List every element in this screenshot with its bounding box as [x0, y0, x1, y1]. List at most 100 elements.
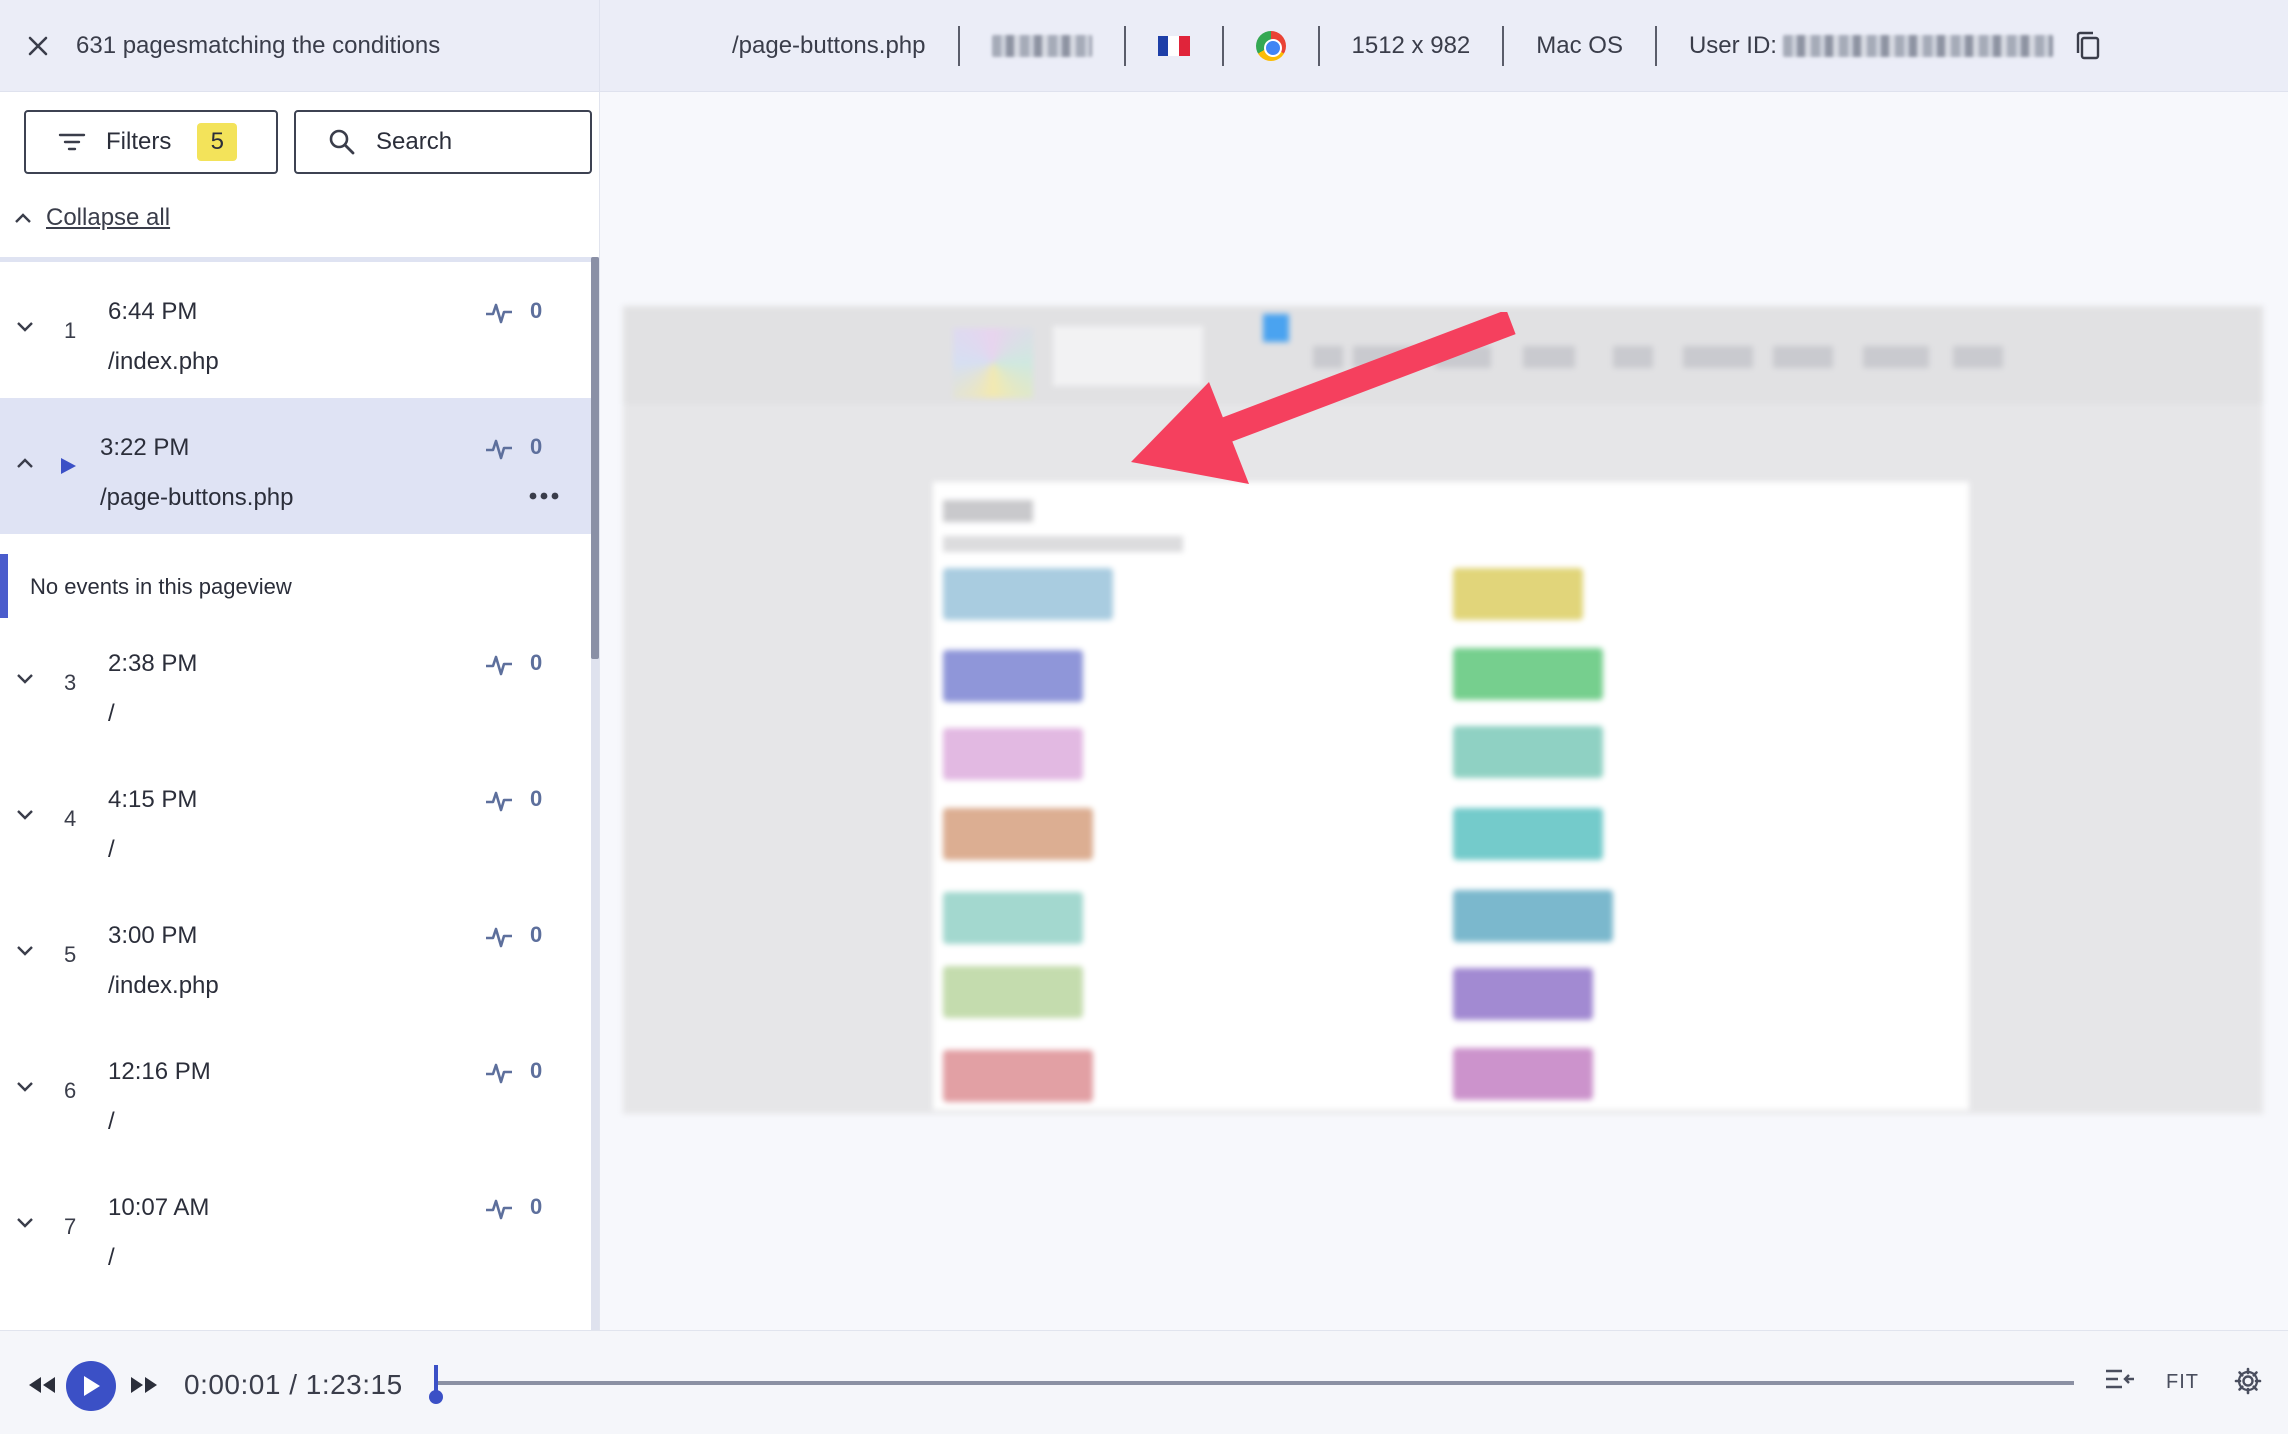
events-count: 0	[530, 922, 543, 947]
more-options-icon[interactable]	[528, 490, 560, 502]
country-flag-icon	[1126, 28, 1222, 64]
no-events-text: No events in this pageview	[30, 574, 292, 599]
events-count: 0	[530, 786, 543, 811]
events-count: 0	[530, 298, 543, 323]
replay-content-panel	[933, 482, 1969, 1110]
pageview-time: 6:44 PM	[108, 298, 198, 325]
events-count: 0	[530, 1058, 543, 1083]
timeline-scrubber[interactable]	[428, 1365, 444, 1405]
gear-icon	[2234, 1367, 2262, 1395]
replay-page-header	[623, 306, 2263, 404]
session-meta: /page-buttons.php 1512 x 982 Mac OS User…	[700, 0, 2133, 92]
sidebar-scrollbar[interactable]	[591, 257, 599, 1330]
fast-forward-icon	[131, 1377, 157, 1393]
settings-button[interactable]	[2234, 1367, 2262, 1401]
pageview-item[interactable]: 6 12:16 PM / 0	[0, 1022, 591, 1158]
playback-timecode: 0:00:01 / 1:23:15	[184, 1369, 403, 1400]
session-summary: 631 pagesmatching the conditions	[0, 0, 600, 92]
chevron-up-icon	[15, 213, 31, 223]
search-icon	[329, 129, 355, 155]
sidebar-tools: Filters 5 Search	[24, 110, 592, 174]
replay-player-bar: 0:00:01 / 1:23:15 FIT	[0, 1330, 2288, 1434]
pageview-time: 4:15 PM	[108, 786, 198, 813]
search-button[interactable]: Search	[294, 110, 592, 174]
pageview-path: /	[108, 836, 115, 863]
blurred-page-replay	[623, 306, 2263, 1114]
rewind-icon	[29, 1377, 55, 1393]
events-count: 0	[530, 1194, 543, 1219]
location-blurred	[960, 28, 1124, 64]
search-label: Search	[376, 128, 453, 155]
activity-pulse-icon	[486, 1199, 512, 1220]
filters-label: Filters	[106, 128, 172, 155]
pageview-path: /index.php	[108, 972, 219, 999]
pageview-time: 3:00 PM	[108, 922, 198, 949]
pageview-item[interactable]: 4 4:15 PM / 0	[0, 750, 591, 886]
activity-pulse-icon	[486, 927, 512, 948]
close-icon[interactable]	[0, 0, 76, 92]
collapse-all-label: Collapse all	[46, 204, 171, 231]
pageview-path: /	[108, 1244, 115, 1271]
filter-icon	[58, 133, 86, 151]
timeline-track[interactable]	[436, 1381, 2074, 1385]
filters-button[interactable]: Filters 5	[24, 110, 278, 174]
pageview-time: 3:22 PM	[100, 434, 190, 461]
list-arrow-icon	[2106, 1369, 2134, 1389]
pageview-path: /	[108, 1108, 115, 1135]
pageview-item-active[interactable]: 3:22 PM /page-buttons.php 0	[0, 398, 591, 534]
pageview-time: 10:07 AM	[108, 1194, 210, 1221]
pageview-number: 4	[64, 806, 77, 831]
user-id: User ID:	[1657, 28, 2133, 64]
pageview-path: /	[108, 700, 115, 727]
chevron-down-icon[interactable]	[14, 1080, 36, 1094]
pageview-number: 7	[64, 1214, 77, 1239]
scrollbar-thumb[interactable]	[591, 257, 599, 659]
fit-button[interactable]: FIT	[2166, 1371, 2199, 1394]
events-count: 0	[530, 650, 543, 675]
activity-pulse-icon	[486, 439, 512, 460]
activity-pulse-icon	[486, 791, 512, 812]
chrome-browser-icon	[1224, 28, 1318, 64]
chevron-down-icon[interactable]	[14, 808, 36, 822]
top-bar: 631 pagesmatching the conditions /page-b…	[0, 0, 2288, 92]
copy-icon[interactable]	[2075, 31, 2101, 61]
pageview-path: /page-buttons.php	[100, 484, 294, 511]
pageview-number: 5	[64, 942, 77, 967]
rewind-button[interactable]	[22, 1365, 62, 1405]
page-url: /page-buttons.php	[732, 32, 926, 59]
pageview-item[interactable]: 7 10:07 AM / 0	[0, 1158, 591, 1294]
event-list-toggle[interactable]	[2104, 1367, 2136, 1397]
events-count: 0	[530, 434, 543, 459]
pages-count: 631 pagesmatching the conditions	[76, 32, 441, 59]
activity-pulse-icon	[486, 1063, 512, 1084]
pageview-number: 1	[64, 318, 77, 343]
chevron-down-icon[interactable]	[14, 320, 36, 334]
session-replay-viewport[interactable]	[601, 92, 2288, 1330]
pageview-number: 3	[64, 670, 77, 695]
pageview-item[interactable]: 1 6:44 PM /index.php 0	[0, 262, 591, 398]
user-id-value-blurred	[1782, 35, 2053, 57]
filters-count-badge: 5	[197, 123, 238, 161]
play-button[interactable]	[66, 1361, 116, 1411]
fast-forward-button[interactable]	[124, 1365, 164, 1405]
pageview-item[interactable]: 5 3:00 PM /index.php 0	[0, 886, 591, 1022]
pageview-time: 12:16 PM	[108, 1058, 211, 1085]
collapse-all-button[interactable]: Collapse all	[12, 204, 170, 232]
notice-accent-bar	[0, 554, 8, 618]
activity-pulse-icon	[486, 303, 512, 324]
chevron-up-icon[interactable]	[14, 456, 36, 470]
pageview-path: /index.php	[108, 348, 219, 375]
screen-resolution: 1512 x 982	[1351, 32, 1471, 59]
no-events-notice: No events in this pageview	[0, 554, 591, 618]
chevron-down-icon[interactable]	[14, 672, 36, 686]
pageview-item[interactable]: 3 2:38 PM / 0	[0, 614, 591, 750]
chevron-down-icon[interactable]	[14, 944, 36, 958]
pageview-number: 6	[64, 1078, 77, 1103]
pageview-time: 2:38 PM	[108, 650, 198, 677]
pageviews-sidebar: Filters 5 Search Collapse all 1 6:44 PM …	[0, 92, 600, 1330]
playing-indicator-icon	[61, 458, 76, 474]
play-icon	[84, 1376, 100, 1396]
chevron-down-icon[interactable]	[14, 1216, 36, 1230]
operating-system: Mac OS	[1536, 32, 1623, 59]
user-id-label: User ID:	[1688, 32, 1777, 59]
